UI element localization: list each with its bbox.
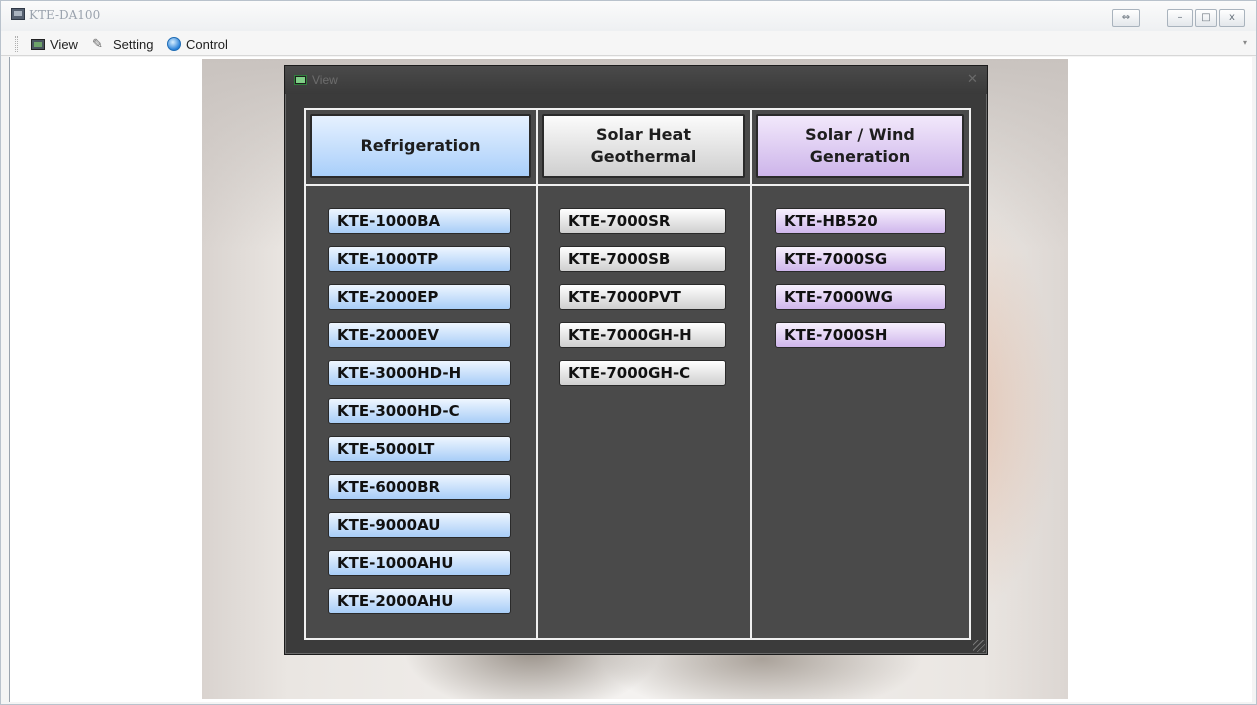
model-button[interactable]: KTE-7000SH	[775, 322, 946, 348]
model-button[interactable]: KTE-2000AHU	[328, 588, 511, 614]
app-window: KTE-DA100 ⇔ – □ x View ✎ Setting Control…	[0, 0, 1257, 705]
app-title: KTE-DA100	[29, 8, 101, 22]
model-button[interactable]: KTE-2000EV	[328, 322, 511, 348]
model-button[interactable]: KTE-3000HD-H	[328, 360, 511, 386]
model-button[interactable]: KTE-7000SG	[775, 246, 946, 272]
model-button[interactable]: KTE-6000BR	[328, 474, 511, 500]
model-button[interactable]: KTE-7000GH-C	[559, 360, 726, 386]
divider	[536, 110, 538, 638]
menu-item-label: View	[50, 36, 78, 52]
dialog-title: View	[312, 73, 338, 87]
view-icon	[294, 75, 307, 85]
model-button[interactable]: KTE-2000EP	[328, 284, 511, 310]
model-button[interactable]: KTE-5000LT	[328, 436, 511, 462]
model-button[interactable]: KTE-1000TP	[328, 246, 511, 272]
menu-item-control[interactable]: Control	[167, 34, 228, 54]
model-grid: Refrigeration Solar Heat Geothermal Sola…	[304, 108, 971, 640]
divider	[750, 110, 752, 638]
menu-bar: View ✎ Setting Control ▾	[1, 31, 1256, 56]
refrigeration-list: KTE-1000BA KTE-1000TP KTE-2000EP KTE-200…	[328, 208, 511, 614]
resize-grip-icon[interactable]	[973, 640, 985, 652]
model-button[interactable]: KTE-7000WG	[775, 284, 946, 310]
model-button[interactable]: KTE-1000BA	[328, 208, 511, 234]
solar-heat-list: KTE-7000SR KTE-7000SB KTE-7000PVT KTE-70…	[559, 208, 726, 386]
view-dialog: View ✕ Refrigeration Solar Heat Geotherm…	[284, 65, 988, 655]
menu-item-label: Control	[186, 36, 228, 52]
chevron-down-icon[interactable]: ▾	[1243, 38, 1247, 47]
view-icon	[31, 38, 45, 50]
model-button[interactable]: KTE-3000HD-C	[328, 398, 511, 424]
model-button[interactable]: KTE-7000PVT	[559, 284, 726, 310]
setting-icon: ✎	[92, 36, 103, 51]
header-solar-wind-generation[interactable]: Solar / Wind Generation	[756, 114, 964, 178]
model-button[interactable]: KTE-9000AU	[328, 512, 511, 538]
toolbar-grip	[15, 36, 18, 52]
swap-icon[interactable]: ⇔	[1112, 9, 1140, 27]
close-button[interactable]: x	[1219, 9, 1245, 27]
title-bar[interactable]: KTE-DA100 ⇔ – □ x	[1, 1, 1256, 31]
dialog-title-bar[interactable]: View ✕	[285, 66, 987, 94]
menu-item-setting[interactable]: ✎ Setting	[92, 34, 153, 54]
model-button[interactable]: KTE-7000SR	[559, 208, 726, 234]
model-button[interactable]: KTE-1000AHU	[328, 550, 511, 576]
solar-wind-list: KTE-HB520 KTE-7000SG KTE-7000WG KTE-7000…	[775, 208, 946, 348]
minimize-button[interactable]: –	[1167, 9, 1193, 27]
close-icon[interactable]: ✕	[967, 72, 978, 87]
menu-item-view[interactable]: View	[31, 34, 78, 54]
model-button[interactable]: KTE-HB520	[775, 208, 946, 234]
app-icon	[11, 8, 25, 20]
menu-item-label: Setting	[113, 36, 154, 52]
header-refrigeration[interactable]: Refrigeration	[310, 114, 531, 178]
maximize-button[interactable]: □	[1195, 9, 1217, 27]
divider	[306, 184, 969, 186]
header-solar-heat-geothermal[interactable]: Solar Heat Geothermal	[542, 114, 745, 178]
control-icon	[167, 37, 181, 51]
model-button[interactable]: KTE-7000SB	[559, 246, 726, 272]
model-button[interactable]: KTE-7000GH-H	[559, 322, 726, 348]
